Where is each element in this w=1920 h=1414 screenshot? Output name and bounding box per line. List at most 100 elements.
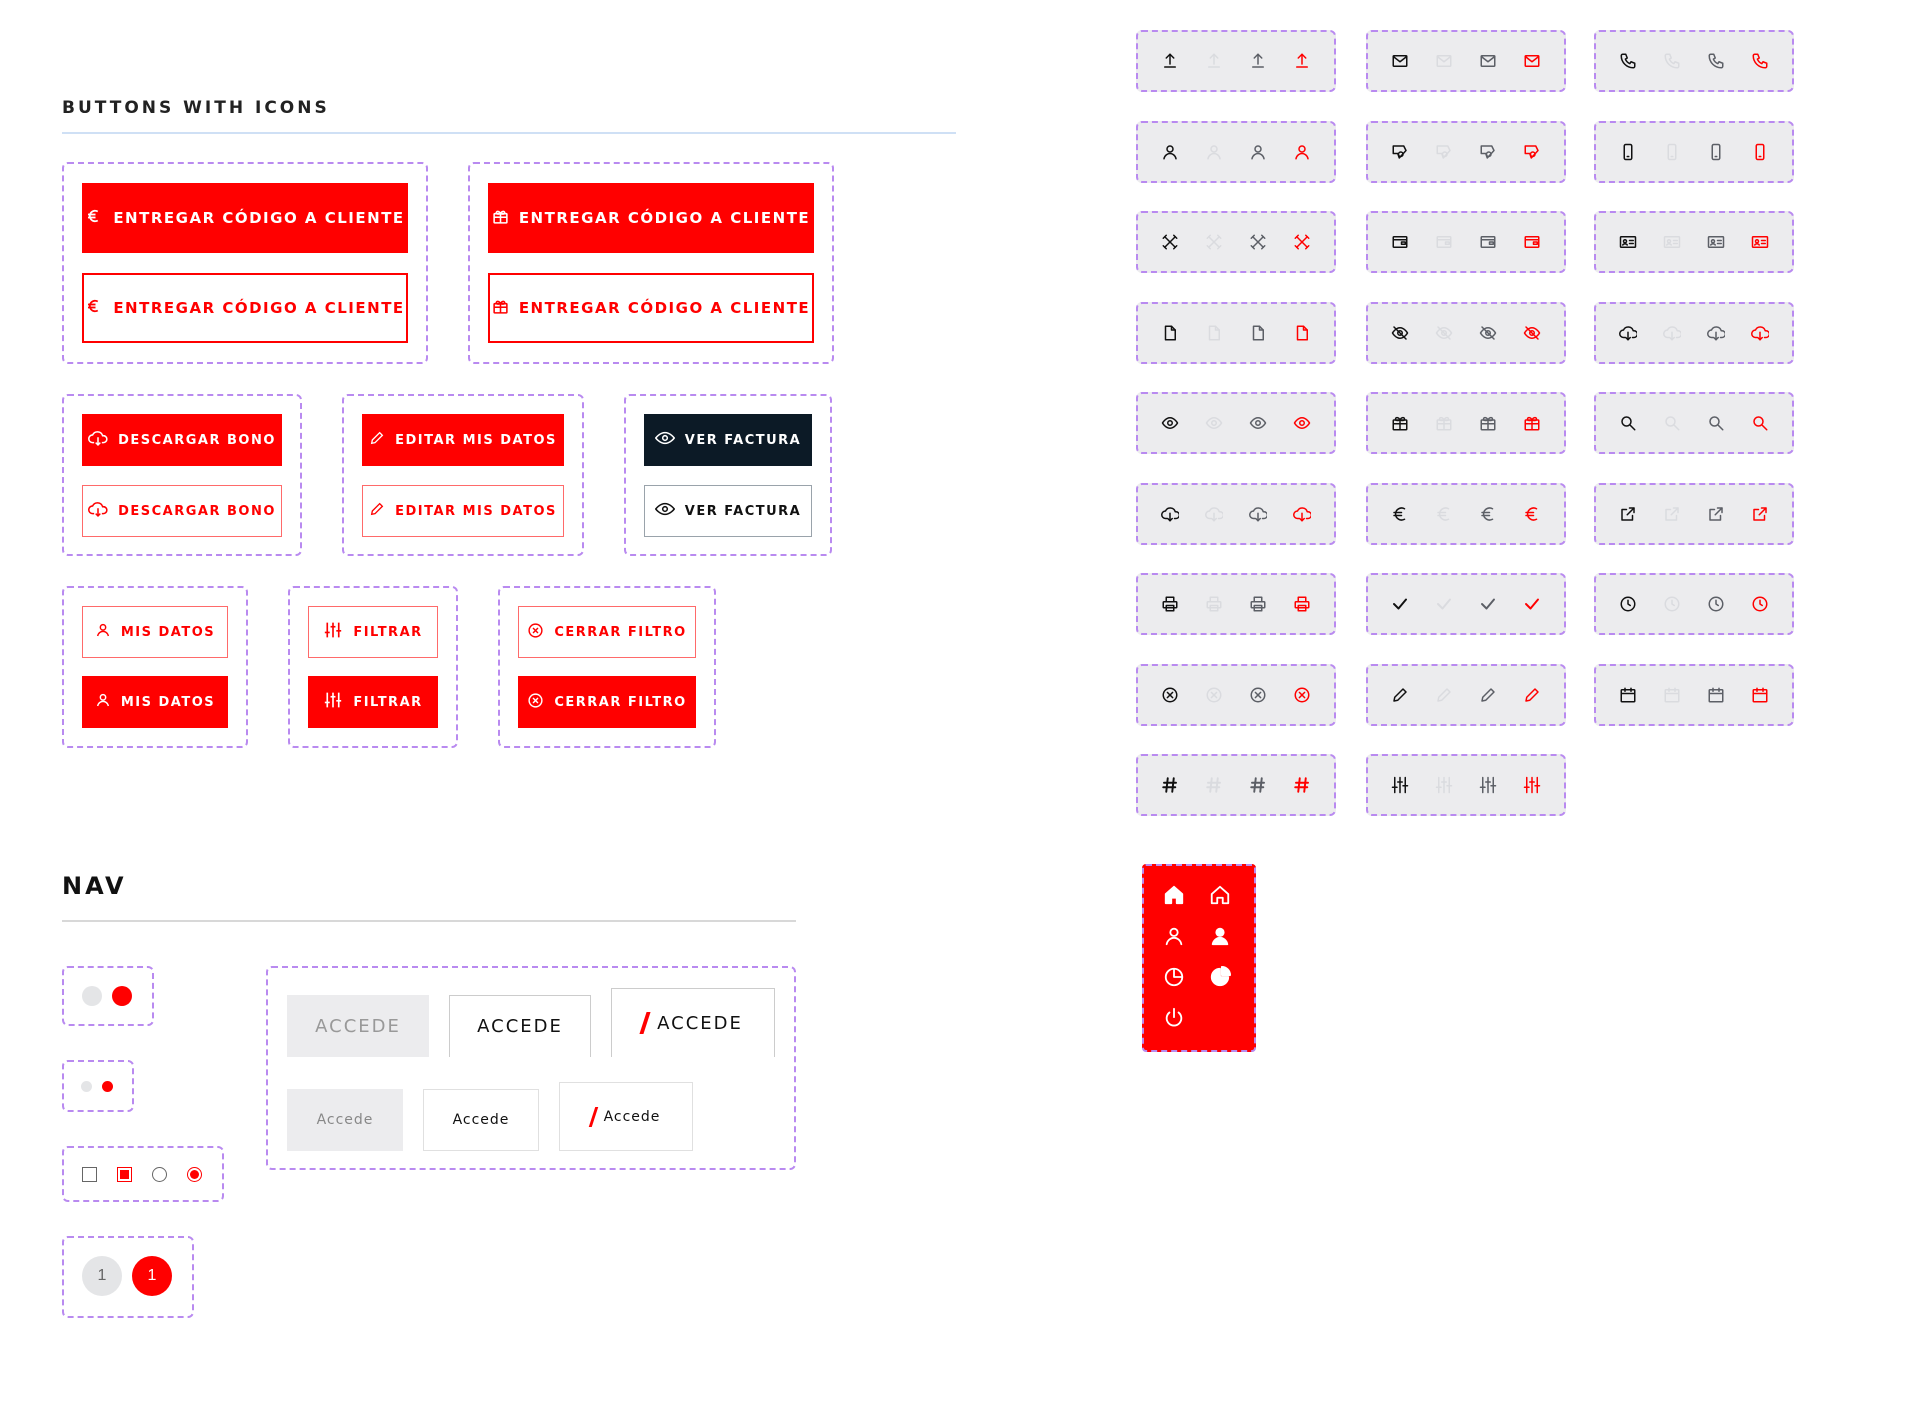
pie-filled-icon[interactable] — [1209, 966, 1231, 993]
eye-icon — [1284, 405, 1320, 441]
calendar-icon — [1742, 677, 1778, 713]
editar-datos-label: EDITAR MIS DATOS — [395, 432, 557, 448]
external-link-icon — [1742, 496, 1778, 532]
external-link-icon — [1610, 496, 1646, 532]
page-number-inactive[interactable]: 1 — [82, 1256, 122, 1296]
close-circle-icon — [1196, 677, 1232, 713]
mobile-icon — [1742, 134, 1778, 170]
upload-icon — [1196, 43, 1232, 79]
gift-icon — [492, 208, 509, 229]
user-filled-icon[interactable] — [1209, 925, 1231, 952]
accede-tab-default[interactable]: ACCEDE — [449, 995, 591, 1057]
filtrar-button[interactable]: FILTRAR — [308, 676, 438, 728]
icon-group-phone — [1594, 30, 1794, 92]
cloud-download-icon — [1152, 496, 1188, 532]
document-icon — [1196, 315, 1232, 351]
tag-icon — [1382, 134, 1418, 170]
accede-small-active[interactable]: Accede — [559, 1082, 693, 1151]
external-link-icon — [1698, 496, 1734, 532]
entregar-codigo-gift-outline-button[interactable]: ENTREGAR CÓDIGO A CLIENTE — [488, 273, 814, 343]
ver-factura-outline-button[interactable]: VER FACTURA — [644, 485, 812, 537]
filtrar-label: FILTRAR — [353, 694, 423, 710]
entregar-codigo-outline-button[interactable]: ENTREGAR CÓDIGO A CLIENTE — [82, 273, 408, 343]
mail-icon — [1426, 43, 1462, 79]
eye-icon — [1152, 405, 1188, 441]
pencil-icon — [1382, 677, 1418, 713]
tag-icon — [1514, 134, 1550, 170]
gift-icon — [1514, 405, 1550, 441]
dot-active[interactable] — [112, 986, 132, 1006]
sliders-icon — [1470, 767, 1506, 803]
section-divider — [62, 920, 796, 922]
eye-off-icon — [1470, 315, 1506, 351]
editar-datos-button[interactable]: EDITAR MIS DATOS — [362, 414, 564, 466]
dot-inactive[interactable] — [82, 986, 102, 1006]
pie-outline-icon[interactable] — [1163, 966, 1185, 993]
clock-icon — [1610, 586, 1646, 622]
cloud-download-icon — [88, 500, 108, 522]
icon-group-eye-off — [1366, 301, 1566, 364]
icon-group-mail — [1366, 30, 1566, 92]
accede-tab-label: ACCEDE — [657, 1012, 743, 1034]
filtrar-label: FILTRAR — [353, 624, 423, 640]
user-outline-icon[interactable] — [1163, 925, 1185, 952]
mail-icon — [1470, 43, 1506, 79]
document-icon — [1284, 315, 1320, 351]
printer-icon — [1152, 586, 1188, 622]
gift-icon — [1470, 405, 1506, 441]
dot-active[interactable] — [102, 1081, 113, 1092]
pencil-icon — [1426, 677, 1462, 713]
eye-off-icon — [1514, 315, 1550, 351]
checkbox-checked[interactable] — [117, 1167, 132, 1182]
home-icon[interactable] — [1163, 884, 1185, 911]
tools-icon — [1152, 224, 1188, 260]
mis-datos-outline-button[interactable]: MIS DATOS — [82, 606, 228, 658]
euro-icon — [1470, 496, 1506, 532]
accede-tab-disabled[interactable]: ACCEDE — [287, 995, 429, 1057]
ver-factura-button[interactable]: VER FACTURA — [644, 414, 812, 466]
hash-icon — [1284, 767, 1320, 803]
tools-icon — [1196, 224, 1232, 260]
entregar-codigo-label: ENTREGAR CÓDIGO A CLIENTE — [113, 209, 405, 227]
cloud-download-icon — [1284, 496, 1320, 532]
tag-icon — [1426, 134, 1462, 170]
wallet-icon — [1426, 224, 1462, 260]
sliders-icon — [323, 691, 343, 713]
accede-tab-active[interactable]: ACCEDE — [611, 988, 775, 1057]
icon-group-tools — [1136, 211, 1336, 273]
icon-group-id-card — [1594, 211, 1794, 273]
mis-datos-button[interactable]: MIS DATOS — [82, 676, 228, 728]
cloud-download-icon — [1610, 315, 1646, 351]
power-icon[interactable] — [1163, 1007, 1185, 1034]
upload-icon — [1152, 43, 1188, 79]
entregar-codigo-gift-button[interactable]: ENTREGAR CÓDIGO A CLIENTE — [488, 183, 814, 253]
radio-unchecked[interactable] — [152, 1167, 167, 1182]
home-outline-icon[interactable] — [1209, 884, 1231, 911]
editar-datos-outline-button[interactable]: EDITAR MIS DATOS — [362, 485, 564, 537]
dot-inactive[interactable] — [81, 1081, 92, 1092]
filtrar-outline-button[interactable]: FILTRAR — [308, 606, 438, 658]
radio-checked[interactable] — [187, 1167, 202, 1182]
euro-icon — [1514, 496, 1550, 532]
hash-icon — [1240, 767, 1276, 803]
mobile-icon — [1610, 134, 1646, 170]
icon-group-euro — [1366, 482, 1566, 545]
descargar-bono-button[interactable]: DESCARGAR BONO — [82, 414, 282, 466]
pencil-icon — [1470, 677, 1506, 713]
cloud-download-icon — [1698, 315, 1734, 351]
checkbox-unchecked[interactable] — [82, 1167, 97, 1182]
icon-group-user — [1136, 120, 1336, 183]
icon-group-search — [1594, 392, 1794, 454]
section-divider — [62, 132, 956, 134]
gift-icon — [492, 298, 509, 319]
cerrar-filtro-outline-button[interactable]: CERRAR FILTRO — [518, 606, 696, 658]
cerrar-filtro-button[interactable]: CERRAR FILTRO — [518, 676, 696, 728]
search-icon — [1654, 405, 1690, 441]
page-number-active[interactable]: 1 — [132, 1256, 172, 1296]
descargar-bono-outline-button[interactable]: DESCARGAR BONO — [82, 485, 282, 537]
eye-icon — [1196, 405, 1232, 441]
close-circle-icon — [1284, 677, 1320, 713]
accede-small-disabled[interactable]: Accede — [287, 1089, 403, 1151]
accede-small-default[interactable]: Accede — [423, 1089, 539, 1151]
entregar-codigo-button[interactable]: ENTREGAR CÓDIGO A CLIENTE — [82, 183, 408, 253]
